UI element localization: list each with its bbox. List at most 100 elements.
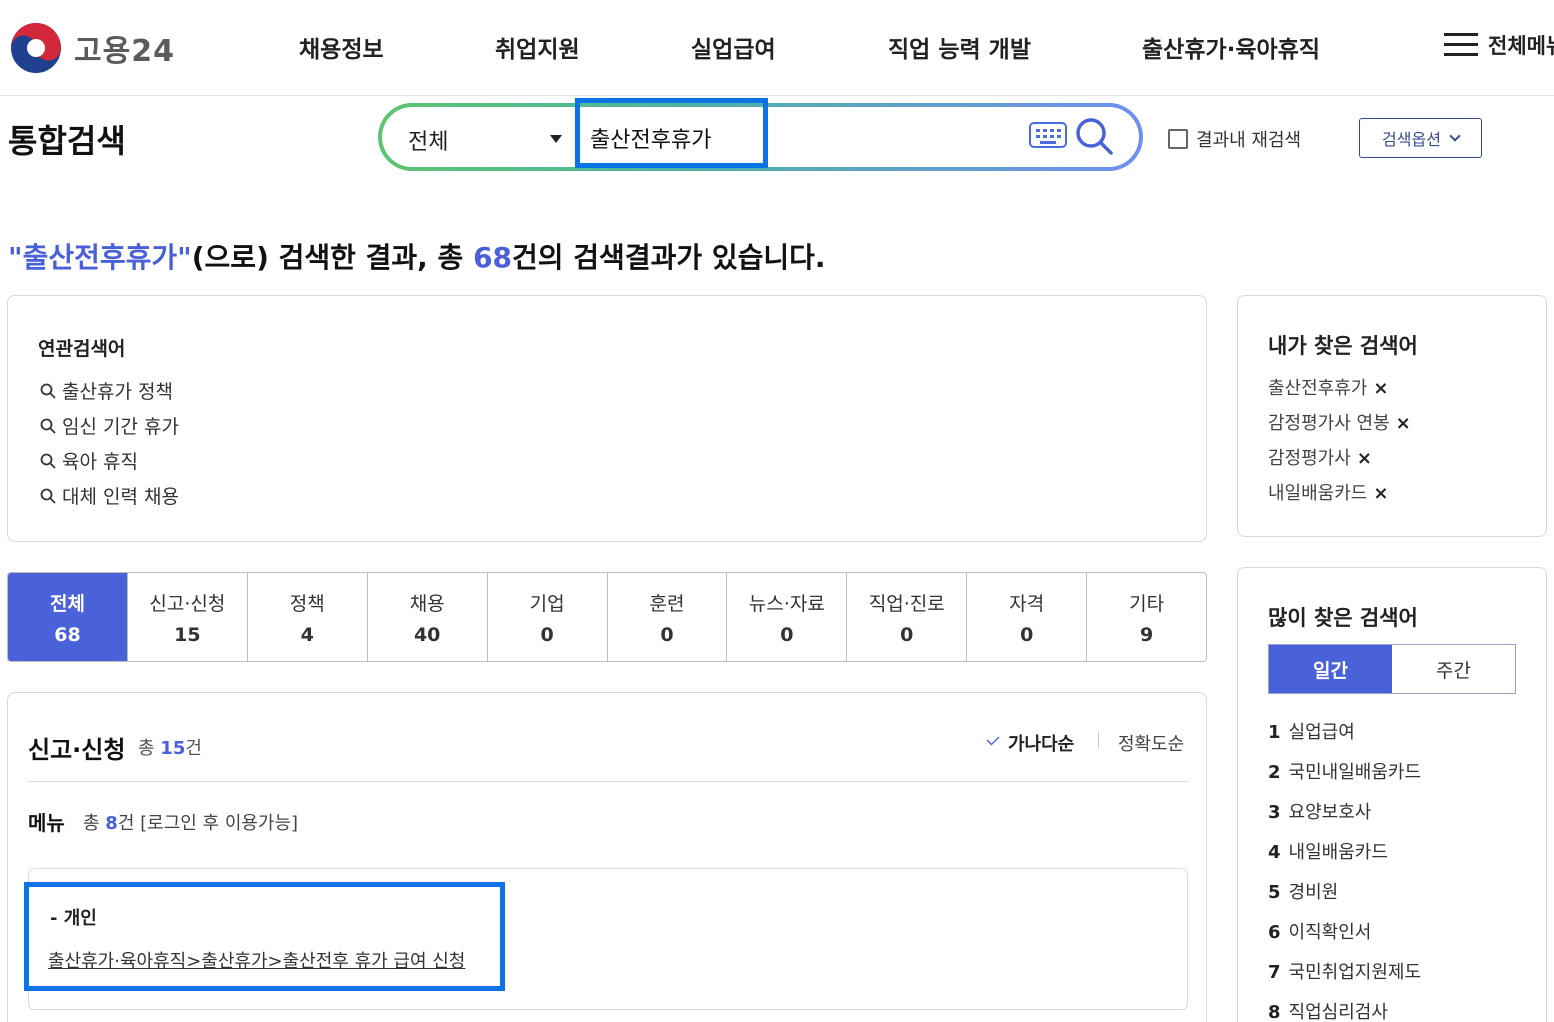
- search-icon[interactable]: [1074, 116, 1114, 156]
- popular-search-item[interactable]: 1 실업급여: [1268, 718, 1355, 744]
- popular-searches-card: 많이 찾은 검색어 일간 주간 1 실업급여 2 국민내일배움카드 3 요양보호사 4…: [1237, 567, 1547, 1022]
- search-options-button[interactable]: 검색옵션: [1359, 118, 1482, 158]
- result-path-link[interactable]: 출산휴가·육아휴직>출산휴가>출산전후 휴가 급여 신청: [48, 947, 465, 973]
- related-keyword-label: 육아 휴직: [62, 451, 138, 473]
- related-keyword-label: 대체 인력 채용: [62, 486, 179, 508]
- remove-icon[interactable]: ×: [1396, 413, 1411, 434]
- tab-company[interactable]: 기업 0: [487, 573, 608, 661]
- nav-unemployment-benefit[interactable]: 실업급여: [691, 30, 776, 64]
- popular-search-item[interactable]: 3 요양보호사: [1268, 798, 1371, 824]
- popular-search-label: 국민취업지원제도: [1288, 962, 1422, 983]
- search-within-label: 결과내 재검색: [1196, 130, 1302, 151]
- related-keyword[interactable]: 임신 기간 휴가: [40, 412, 179, 439]
- search-input[interactable]: 출산전후휴가: [590, 122, 711, 154]
- result-summary: "출산전후휴가"(으로) 검색한 결과, 총 68건의 검색결과가 있습니다.: [8, 236, 826, 276]
- popular-search-item[interactable]: 5 경비원: [1268, 878, 1338, 904]
- site-logo[interactable]: 고용24: [10, 22, 175, 74]
- search-scope-select[interactable]: 전체: [408, 124, 448, 156]
- nav-job-info[interactable]: 채용정보: [299, 30, 384, 64]
- tab-count: 9: [1139, 623, 1154, 646]
- recent-searches-title: 내가 찾은 검색어: [1268, 334, 1418, 358]
- summary-mid: (으로) 검색한 결과, 총: [191, 241, 474, 274]
- tab-count: 0: [1020, 623, 1034, 646]
- rank-number: 1: [1268, 722, 1281, 743]
- recent-search-item[interactable]: 출산전후휴가 ×: [1268, 374, 1388, 400]
- tab-certificate[interactable]: 자격 0: [967, 573, 1088, 661]
- recent-search-label[interactable]: 감정평가사: [1268, 448, 1351, 469]
- search-icon: [40, 453, 56, 469]
- popular-search-item[interactable]: 6 이직확인서: [1268, 918, 1371, 944]
- section-total-count: 15: [160, 738, 186, 759]
- menu-total: 총 8건 [로그인 후 이용가능]: [83, 813, 299, 834]
- nav-maternity-leave[interactable]: 출산휴가·육아휴직: [1142, 30, 1320, 64]
- caret-down-icon[interactable]: [550, 135, 562, 143]
- tab-etc[interactable]: 기타 9: [1087, 573, 1206, 661]
- recent-searches-card: 내가 찾은 검색어 출산전후휴가 × 감정평가사 연봉 × 감정평가사 × 내일배움카…: [1237, 295, 1547, 537]
- tab-policy[interactable]: 정책 4: [247, 573, 368, 661]
- tab-label: 뉴스·자료: [748, 592, 825, 615]
- search-icon: [40, 488, 56, 504]
- tab-daily[interactable]: 일간: [1269, 645, 1392, 693]
- check-icon: [986, 732, 1000, 746]
- tab-label: 채용: [409, 592, 445, 615]
- taegeuk-logo-icon: [11, 23, 61, 73]
- related-keyword[interactable]: 대체 인력 채용: [40, 482, 179, 509]
- tab-training[interactable]: 훈련 0: [607, 573, 728, 661]
- tab-weekly[interactable]: 주간: [1392, 645, 1515, 693]
- tab-label: 기타: [1129, 592, 1165, 615]
- recent-search-label[interactable]: 감정평가사 연봉: [1268, 413, 1390, 434]
- recent-search-label[interactable]: 내일배움카드: [1268, 483, 1367, 504]
- tab-count: 0: [780, 623, 794, 646]
- related-keyword[interactable]: 육아 휴직: [40, 447, 138, 474]
- tab-label: 정책: [289, 592, 325, 615]
- rank-number: 4: [1268, 842, 1281, 863]
- sort-accuracy[interactable]: 정확도순: [1118, 730, 1184, 756]
- tab-count: 15: [174, 623, 201, 646]
- tab-count: 68: [54, 623, 81, 646]
- result-group-label: - 개인: [50, 908, 97, 929]
- tab-news[interactable]: 뉴스·자료 0: [727, 573, 848, 661]
- search-within-checkbox[interactable]: [1168, 129, 1188, 149]
- popular-search-label: 국민내일배움카드: [1288, 762, 1422, 783]
- all-menu-button[interactable]: 전체메뉴: [1444, 30, 1554, 60]
- nav-skill-development[interactable]: 직업 능력 개발: [888, 30, 1031, 64]
- popular-search-label: 요양보호사: [1288, 802, 1372, 823]
- search-icon: [40, 383, 56, 399]
- tab-report-apply[interactable]: 신고·신청 15: [127, 573, 248, 661]
- search-within-results[interactable]: 결과내 재검색: [1168, 126, 1301, 152]
- popular-search-item[interactable]: 2 국민내일배움카드: [1268, 758, 1421, 784]
- recent-search-item[interactable]: 감정평가사 연봉 ×: [1268, 409, 1411, 435]
- tab-label: 전체: [49, 592, 85, 615]
- nav-employment-support[interactable]: 취업지원: [495, 30, 580, 64]
- tab-career[interactable]: 직업·진로 0: [847, 573, 968, 661]
- popular-search-item[interactable]: 8 직업심리검사: [1268, 998, 1388, 1022]
- remove-icon[interactable]: ×: [1373, 378, 1388, 399]
- related-keyword[interactable]: 출산휴가 정책: [40, 377, 173, 404]
- sort-alphabetical[interactable]: 가나다순: [1008, 730, 1074, 756]
- result-item-highlight: [24, 882, 505, 991]
- tab-recruit[interactable]: 채용 40: [367, 573, 488, 661]
- tab-count: 0: [900, 623, 914, 646]
- popular-search-item[interactable]: 7 국민취업지원제도: [1268, 958, 1421, 984]
- tab-all[interactable]: 전체 68: [8, 573, 128, 661]
- recent-search-item[interactable]: 내일배움카드 ×: [1268, 479, 1388, 505]
- category-tabs: 전체 68 신고·신청 15 정책 4 채용 40 기업 0 훈련 0 뉴스·자료 0 직업·…: [7, 572, 1207, 662]
- recent-search-item[interactable]: 감정평가사 ×: [1268, 444, 1372, 470]
- remove-icon[interactable]: ×: [1373, 483, 1388, 504]
- recent-search-label[interactable]: 출산전후휴가: [1268, 378, 1367, 399]
- virtual-keyboard-icon[interactable]: [1029, 122, 1067, 148]
- rank-number: 7: [1268, 962, 1281, 983]
- remove-icon[interactable]: ×: [1357, 448, 1372, 469]
- rank-number: 6: [1268, 922, 1281, 943]
- related-keywords-title: 연관검색어: [38, 338, 126, 360]
- popular-search-item[interactable]: 4 내일배움카드: [1268, 838, 1388, 864]
- related-keyword-label: 출산휴가 정책: [62, 381, 173, 403]
- tab-count: 4: [300, 623, 314, 646]
- popular-period-tabs: 일간 주간: [1268, 644, 1516, 694]
- rank-number: 2: [1268, 762, 1281, 783]
- popular-search-label: 경비원: [1288, 882, 1339, 903]
- search-icon: [40, 418, 56, 434]
- rank-number: 5: [1268, 882, 1281, 903]
- tab-count: 40: [413, 623, 441, 646]
- search-options-label: 검색옵션: [1382, 130, 1441, 149]
